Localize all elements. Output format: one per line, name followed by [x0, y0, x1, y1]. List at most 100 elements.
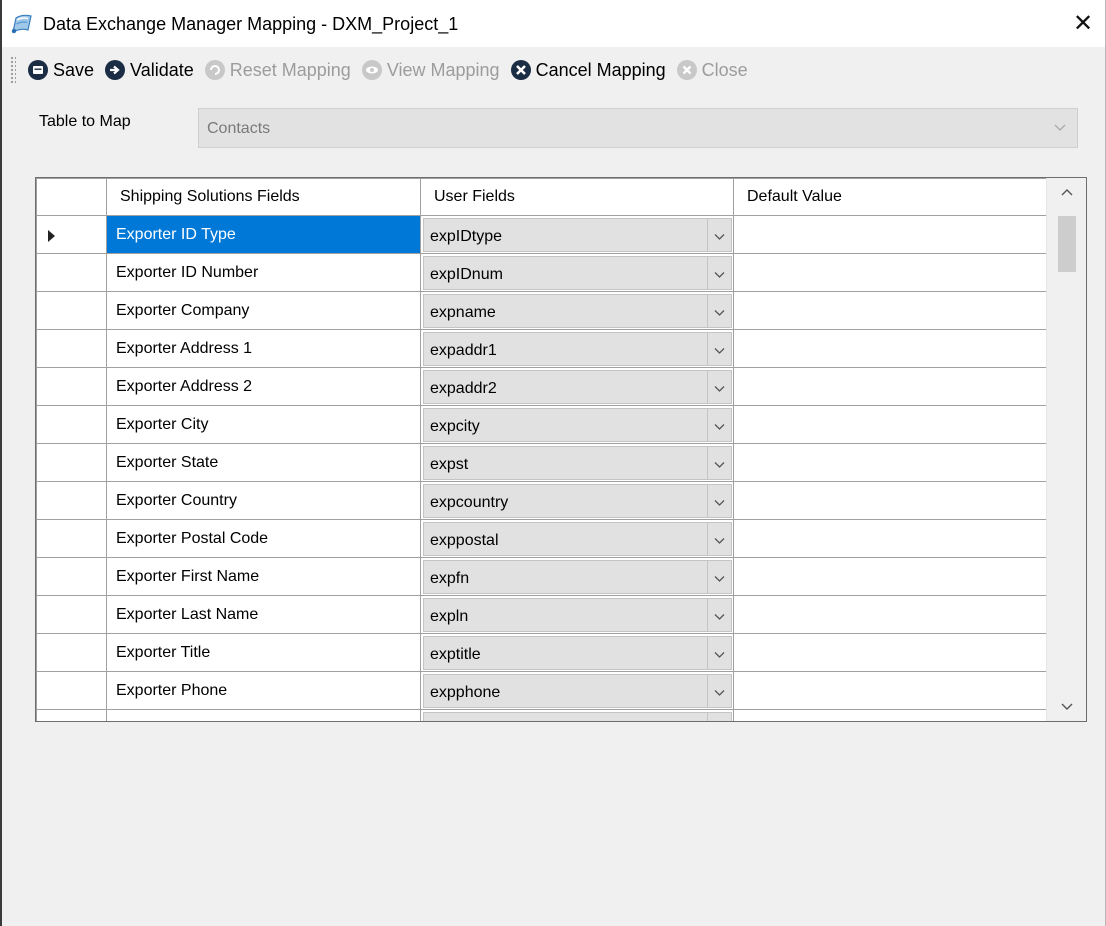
- user-field-combobox[interactable]: expcity: [423, 408, 732, 442]
- user-field-dropdown-button[interactable]: [707, 333, 731, 365]
- row-header[interactable]: [36, 215, 107, 254]
- default-value-cell[interactable]: [733, 329, 1046, 368]
- user-field-cell[interactable]: expst: [420, 443, 734, 482]
- row-header[interactable]: [36, 557, 107, 596]
- default-value-cell[interactable]: [733, 443, 1046, 482]
- window-close-button[interactable]: ✕: [1065, 6, 1101, 42]
- shipping-field-cell[interactable]: Exporter Address 2: [106, 367, 421, 406]
- user-field-dropdown-button[interactable]: [707, 219, 731, 251]
- table-to-map-combobox[interactable]: Contacts: [198, 108, 1078, 148]
- user-field-combobox[interactable]: expIDnum: [423, 256, 732, 290]
- table-row[interactable]: Exporter Title exptitle: [36, 633, 1046, 672]
- shipping-field-cell[interactable]: Exporter Fax: [106, 709, 421, 721]
- user-field-dropdown-button[interactable]: [707, 257, 731, 289]
- shipping-field-cell[interactable]: Exporter Title: [106, 633, 421, 672]
- user-field-dropdown-button[interactable]: [707, 523, 731, 555]
- table-row[interactable]: Exporter ID Number expIDnum: [36, 253, 1046, 292]
- row-header[interactable]: [36, 405, 107, 444]
- user-field-cell[interactable]: expphone: [420, 671, 734, 710]
- reset-mapping-button[interactable]: Reset Mapping: [199, 52, 356, 88]
- shipping-field-cell[interactable]: Exporter Country: [106, 481, 421, 520]
- table-row[interactable]: Exporter Country expcountry: [36, 481, 1046, 520]
- shipping-field-cell[interactable]: Exporter Company: [106, 291, 421, 330]
- user-field-dropdown-button[interactable]: [707, 409, 731, 441]
- default-value-cell[interactable]: [733, 595, 1046, 634]
- user-field-combobox[interactable]: ucfax: [423, 712, 732, 721]
- table-row[interactable]: Exporter City expcity: [36, 405, 1046, 444]
- column-header-user-fields[interactable]: User Fields: [420, 178, 734, 216]
- user-field-cell[interactable]: expaddr1: [420, 329, 734, 368]
- default-value-cell[interactable]: [733, 481, 1046, 520]
- row-header[interactable]: [36, 481, 107, 520]
- user-field-dropdown-button[interactable]: [707, 561, 731, 593]
- user-field-cell[interactable]: ucfax: [420, 709, 734, 721]
- user-field-dropdown-button[interactable]: [707, 675, 731, 707]
- user-field-combobox[interactable]: expaddr2: [423, 370, 732, 404]
- table-row[interactable]: Exporter Postal Code exppostal: [36, 519, 1046, 558]
- shipping-field-cell[interactable]: Exporter State: [106, 443, 421, 482]
- scrollbar-thumb[interactable]: [1058, 216, 1076, 272]
- user-field-combobox[interactable]: expln: [423, 598, 732, 632]
- shipping-field-cell[interactable]: Exporter Phone: [106, 671, 421, 710]
- row-header[interactable]: [36, 367, 107, 406]
- default-value-cell[interactable]: [733, 557, 1046, 596]
- shipping-field-cell[interactable]: Exporter ID Type: [106, 215, 421, 254]
- row-header[interactable]: [36, 595, 107, 634]
- user-field-dropdown-button[interactable]: [707, 295, 731, 327]
- row-header[interactable]: [36, 443, 107, 482]
- scroll-down-button[interactable]: [1047, 693, 1086, 721]
- default-value-cell[interactable]: [733, 291, 1046, 330]
- default-value-cell[interactable]: [733, 519, 1046, 558]
- validate-button[interactable]: Validate: [99, 52, 199, 88]
- shipping-field-cell[interactable]: Exporter Address 1: [106, 329, 421, 368]
- user-field-combobox[interactable]: expaddr1: [423, 332, 732, 366]
- user-field-combobox[interactable]: expfn: [423, 560, 732, 594]
- default-value-cell[interactable]: [733, 367, 1046, 406]
- default-value-cell[interactable]: [733, 709, 1046, 721]
- user-field-dropdown-button[interactable]: [707, 713, 731, 721]
- user-field-cell[interactable]: expcity: [420, 405, 734, 444]
- user-field-dropdown-button[interactable]: [707, 485, 731, 517]
- user-field-cell[interactable]: expIDtype: [420, 215, 734, 254]
- user-field-cell[interactable]: expln: [420, 595, 734, 634]
- user-field-combobox[interactable]: expphone: [423, 674, 732, 708]
- user-field-cell[interactable]: expfn: [420, 557, 734, 596]
- user-field-cell[interactable]: expIDnum: [420, 253, 734, 292]
- row-header[interactable]: [36, 253, 107, 292]
- shipping-field-cell[interactable]: Exporter First Name: [106, 557, 421, 596]
- shipping-field-cell[interactable]: Exporter Postal Code: [106, 519, 421, 558]
- user-field-dropdown-button[interactable]: [707, 447, 731, 479]
- user-field-combobox[interactable]: expst: [423, 446, 732, 480]
- column-header-shipping-fields[interactable]: Shipping Solutions Fields: [106, 178, 421, 216]
- table-row[interactable]: Exporter Address 1 expaddr1: [36, 329, 1046, 368]
- user-field-combobox[interactable]: expIDtype: [423, 218, 732, 252]
- row-header[interactable]: [36, 709, 107, 721]
- user-field-cell[interactable]: expcountry: [420, 481, 734, 520]
- vertical-scrollbar[interactable]: [1046, 178, 1086, 721]
- default-value-cell[interactable]: [733, 633, 1046, 672]
- column-header-default-value[interactable]: Default Value: [733, 178, 1046, 216]
- row-header[interactable]: [36, 633, 107, 672]
- shipping-field-cell[interactable]: Exporter ID Number: [106, 253, 421, 292]
- user-field-combobox[interactable]: expcountry: [423, 484, 732, 518]
- row-header[interactable]: [36, 671, 107, 710]
- user-field-cell[interactable]: exptitle: [420, 633, 734, 672]
- default-value-cell[interactable]: [733, 405, 1046, 444]
- user-field-cell[interactable]: expname: [420, 291, 734, 330]
- row-header[interactable]: [36, 329, 107, 368]
- close-button[interactable]: Close: [671, 52, 753, 88]
- user-field-dropdown-button[interactable]: [707, 599, 731, 631]
- row-header[interactable]: [36, 519, 107, 558]
- user-field-combobox[interactable]: exptitle: [423, 636, 732, 670]
- table-row[interactable]: Exporter ID Type expIDtype: [36, 215, 1046, 254]
- table-row[interactable]: Exporter First Name expfn: [36, 557, 1046, 596]
- user-field-cell[interactable]: exppostal: [420, 519, 734, 558]
- user-field-dropdown-button[interactable]: [707, 371, 731, 403]
- table-row[interactable]: Exporter Address 2 expaddr2: [36, 367, 1046, 406]
- table-row[interactable]: Exporter Phone expphone: [36, 671, 1046, 710]
- table-row[interactable]: Exporter State expst: [36, 443, 1046, 482]
- table-row[interactable]: Exporter Faxucfax: [36, 709, 1046, 721]
- user-field-dropdown-button[interactable]: [707, 637, 731, 669]
- shipping-field-cell[interactable]: Exporter Last Name: [106, 595, 421, 634]
- scroll-up-button[interactable]: [1047, 178, 1086, 206]
